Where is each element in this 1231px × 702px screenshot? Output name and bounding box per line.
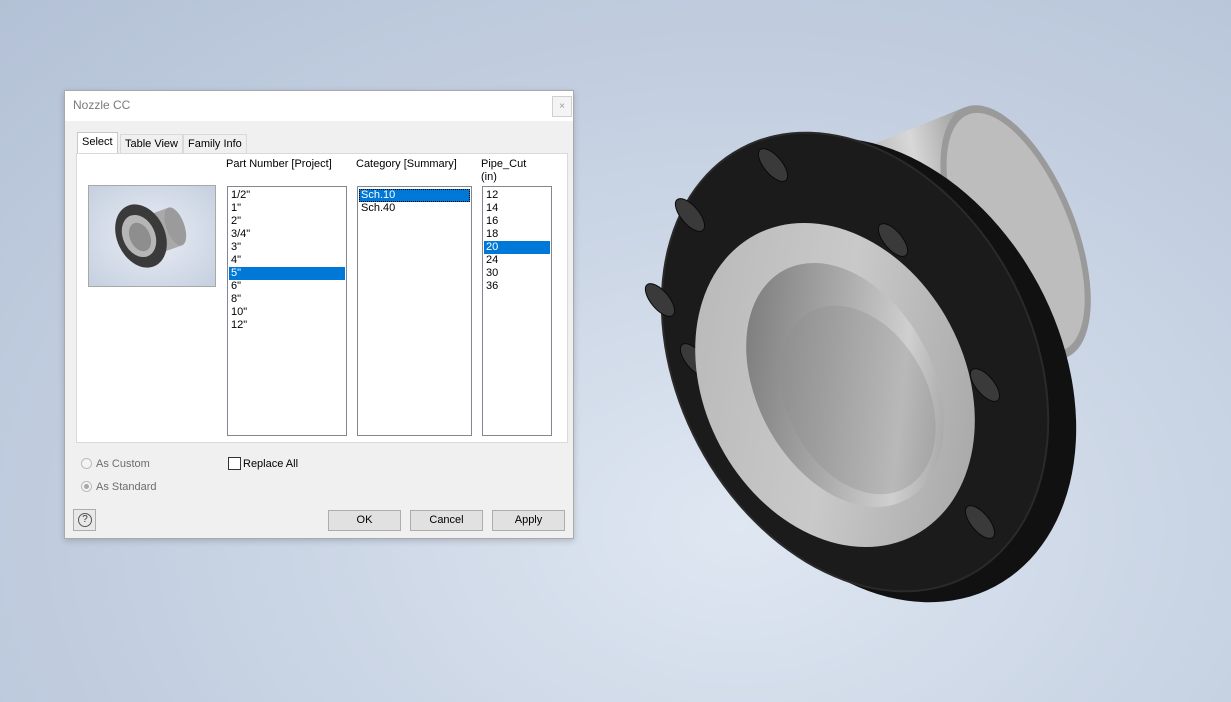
list-item[interactable]: 1/2"	[229, 189, 345, 202]
checkbox-unchecked-icon	[228, 457, 241, 470]
list-item[interactable]: 3"	[229, 241, 345, 254]
tab-table-view[interactable]: Table View	[120, 134, 183, 153]
nozzle-3d-model	[644, 105, 1091, 603]
part-number-list[interactable]: 1/2" 1" 2" 3/4" 3" 4" 5" 6" 8" 10" 12"	[227, 186, 347, 436]
pipe-cut-header: Pipe_Cut (in)	[481, 158, 526, 184]
list-item[interactable]: 2"	[229, 215, 345, 228]
list-item[interactable]: 1"	[229, 202, 345, 215]
dialog-title: Nozzle CC	[73, 98, 131, 112]
ok-button[interactable]: OK	[328, 510, 401, 531]
list-item-selected[interactable]: 5"	[229, 267, 345, 280]
apply-button[interactable]: Apply	[492, 510, 565, 531]
list-item[interactable]: 24	[484, 254, 550, 267]
list-item[interactable]: 3/4"	[229, 228, 345, 241]
title-bar: Nozzle CC ×	[65, 91, 573, 121]
list-item[interactable]: 12	[484, 189, 550, 202]
tab-select[interactable]: Select	[77, 132, 118, 153]
help-icon: ?	[78, 513, 92, 527]
part-number-header: Part Number [Project]	[226, 158, 332, 170]
pipe-cut-header-unit: (in)	[481, 171, 497, 183]
category-list[interactable]: Sch.10 Sch.40	[357, 186, 472, 436]
close-icon: ×	[559, 101, 565, 112]
list-item[interactable]: 8"	[229, 293, 345, 306]
list-item[interactable]: 16	[484, 215, 550, 228]
help-button[interactable]: ?	[73, 509, 96, 531]
flange-preview-thumbnail	[88, 185, 216, 287]
radio-checked-icon	[81, 481, 92, 492]
pipe-cut-list[interactable]: 12 14 16 18 20 24 30 36	[482, 186, 552, 436]
list-item-selected[interactable]: Sch.10	[359, 189, 470, 202]
list-item[interactable]: 30	[484, 267, 550, 280]
list-item[interactable]: Sch.40	[359, 202, 470, 215]
close-button[interactable]: ×	[552, 96, 572, 117]
tab-family-info[interactable]: Family Info	[183, 134, 247, 153]
replace-all-label: Replace All	[243, 458, 299, 470]
list-item[interactable]: 14	[484, 202, 550, 215]
list-item[interactable]: 4"	[229, 254, 345, 267]
category-header: Category [Summary]	[356, 158, 457, 170]
list-item[interactable]: 6"	[229, 280, 345, 293]
list-item[interactable]: 36	[484, 280, 550, 293]
list-item[interactable]: 12"	[229, 319, 345, 332]
radio-unchecked-icon	[81, 458, 92, 469]
cancel-button[interactable]: Cancel	[410, 510, 483, 531]
list-item-selected[interactable]: 20	[484, 241, 550, 254]
list-item[interactable]: 10"	[229, 306, 345, 319]
nozzle-dialog: Nozzle CC × Select Table View Family Inf…	[64, 90, 574, 539]
pipe-cut-header-name: Pipe_Cut	[481, 158, 527, 170]
as-standard-label: As Standard	[96, 481, 157, 493]
as-custom-label: As Custom	[96, 458, 150, 470]
list-item[interactable]: 18	[484, 228, 550, 241]
